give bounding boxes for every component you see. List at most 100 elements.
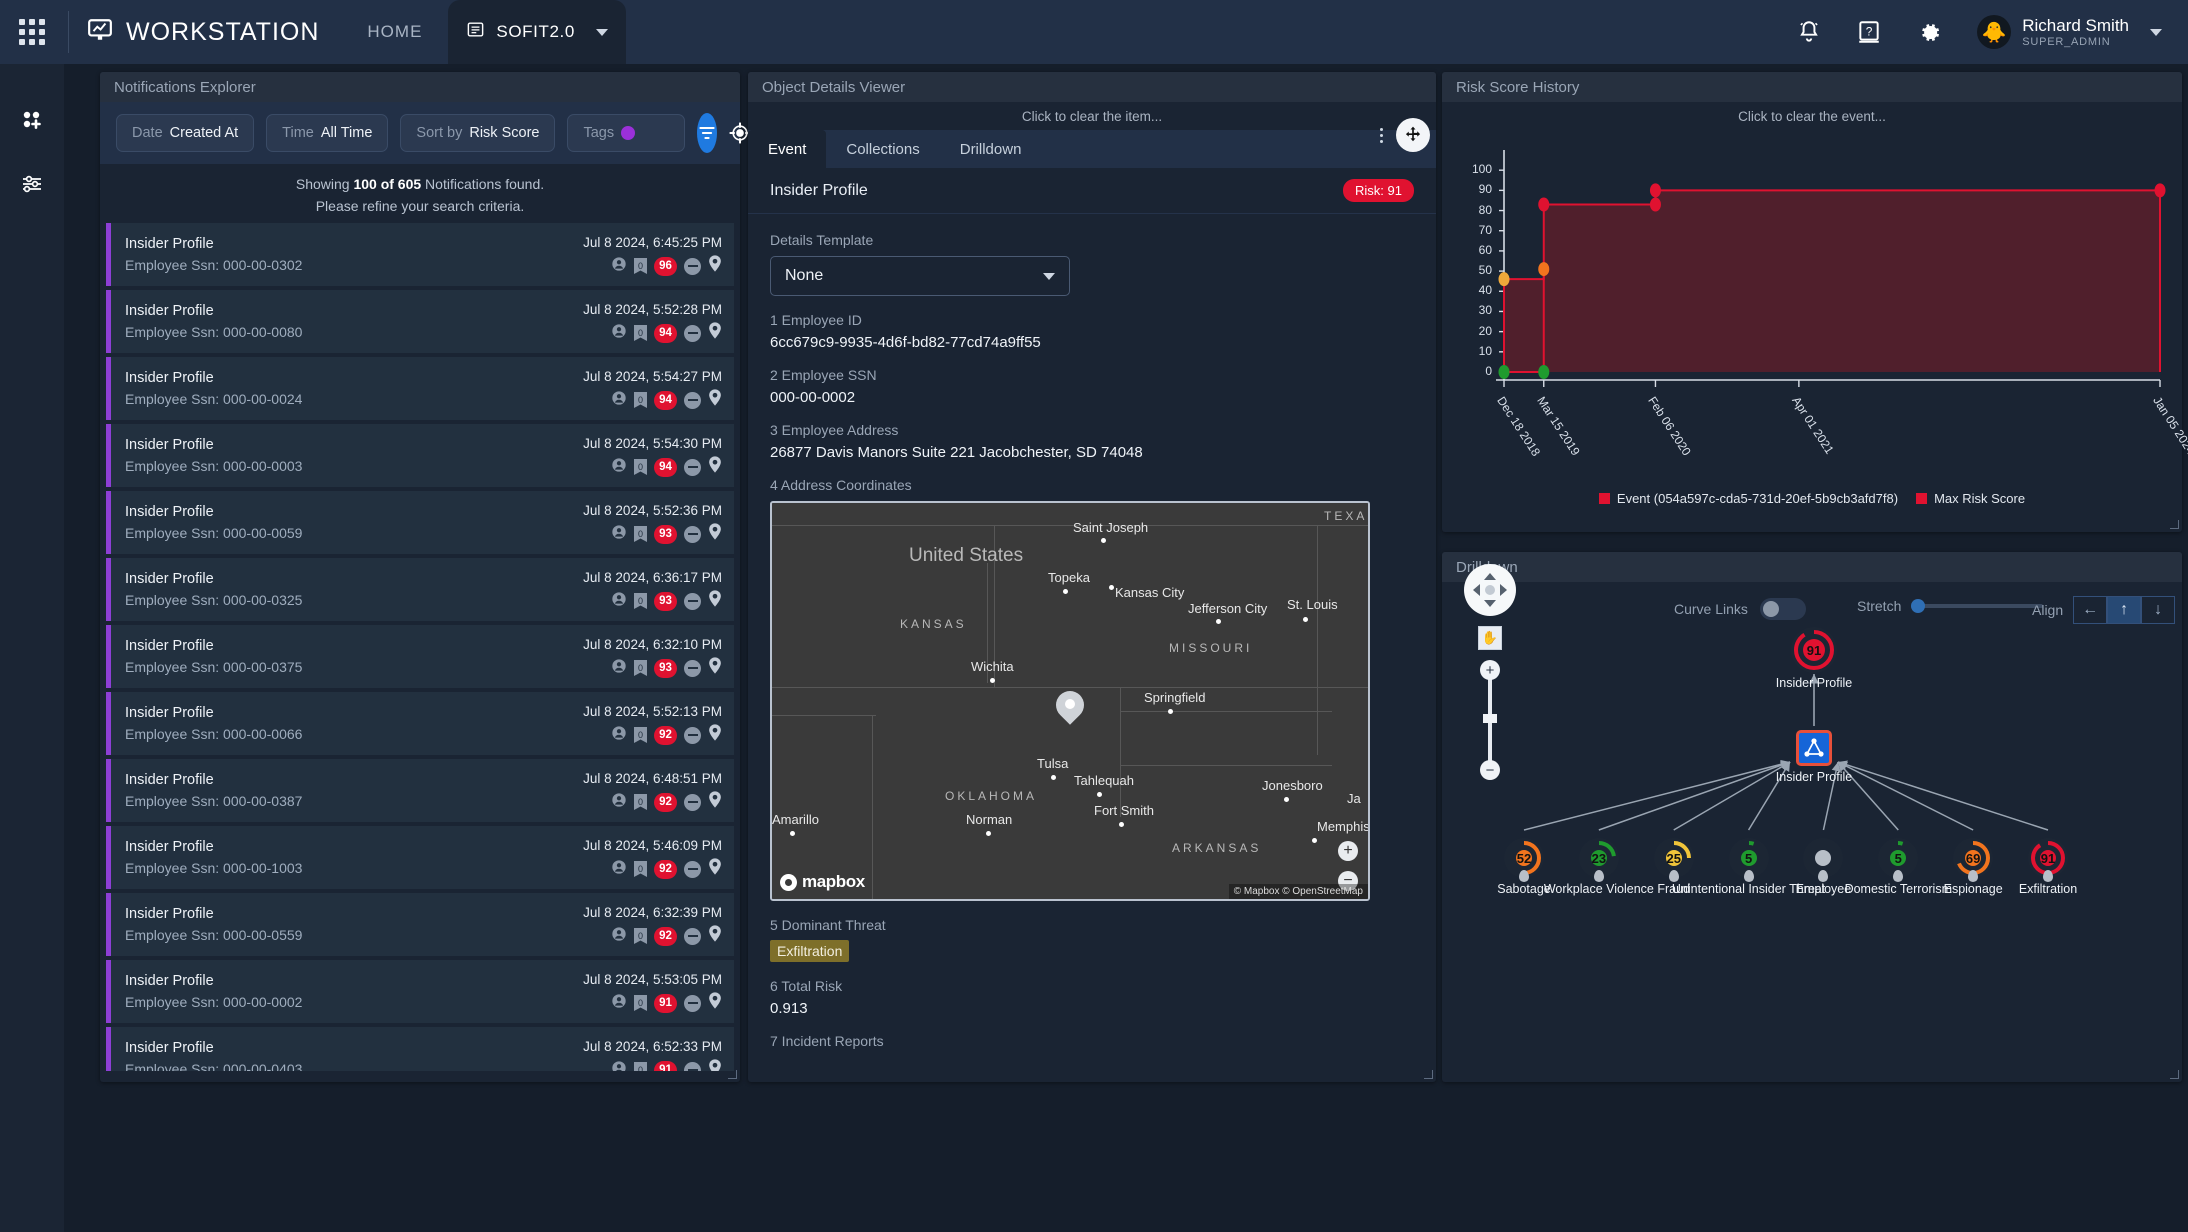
person-icon[interactable] [611,457,627,478]
filter-icon[interactable] [697,113,718,153]
notification-row[interactable]: Insider Profile Employee Ssn: 000-00-0403… [106,1027,734,1072]
minus-circle-icon[interactable] [684,994,701,1012]
address-map[interactable]: United States KANSAS MISSOURI OKLAHOMA A… [770,501,1370,901]
help-book-icon[interactable]: ? [1856,19,1882,45]
tab-drilldown[interactable]: Drilldown [940,130,1042,168]
bookmark-icon[interactable]: 0 [634,794,647,810]
move-panel-icon[interactable] [1396,118,1430,152]
chevron-down-icon[interactable] [595,28,608,36]
person-icon[interactable] [611,725,627,746]
notification-row[interactable]: Insider Profile Employee Ssn: 000-00-0559… [106,893,734,957]
bell-icon[interactable] [1796,19,1822,45]
bookmark-icon[interactable]: 0 [634,660,647,676]
gear-icon[interactable] [1916,19,1943,46]
minus-circle-icon[interactable] [684,257,701,275]
map-zoom-in-button[interactable]: + [1338,841,1358,861]
location-pin-icon[interactable] [708,657,722,679]
clear-item-hint[interactable]: Click to clear the item... [748,102,1436,130]
resize-handle[interactable] [1424,1070,1433,1079]
risk-score-chart[interactable]: 0 10 20 30 40 50 60 70 80 90 100 Dec 18 2018 Mar 15… [1442,130,2188,528]
tab-sofit2[interactable]: SOFIT2.0 [448,0,626,64]
minus-circle-icon[interactable] [684,927,701,945]
notification-row[interactable]: Insider Profile Employee Ssn: 000-00-0003… [106,424,734,488]
location-pin-icon[interactable] [708,456,722,478]
minus-circle-icon[interactable] [684,726,701,744]
minus-circle-icon[interactable] [684,793,701,811]
person-icon[interactable] [611,256,627,277]
notification-row[interactable]: Insider Profile Employee Ssn: 000-00-0066… [106,692,734,756]
filter-sort-by[interactable]: Sort by Risk Score [400,114,556,152]
drilldown-graph[interactable]: 91 Insider Profile Insider Profile 52 Sabota… [1442,608,2182,1048]
notification-row[interactable]: Insider Profile Employee Ssn: 000-00-0302… [106,223,734,287]
minus-circle-icon[interactable] [684,324,701,342]
location-pin-icon[interactable] [708,925,722,947]
filter-time[interactable]: Time All Time [266,114,389,152]
person-icon[interactable] [611,859,627,880]
person-icon[interactable] [611,524,627,545]
location-pin-icon[interactable] [708,590,722,612]
minus-circle-icon[interactable] [684,525,701,543]
clear-event-hint[interactable]: Click to clear the event... [1442,102,2182,130]
person-icon[interactable] [611,323,627,344]
drilldown-root-node[interactable]: 91 [1790,626,1838,674]
person-icon[interactable] [611,591,627,612]
bookmark-icon[interactable]: 0 [634,325,647,341]
bookmark-icon[interactable]: 0 [634,1062,647,1072]
minus-circle-icon[interactable] [684,458,701,476]
minus-circle-icon[interactable] [684,860,701,878]
resize-handle[interactable] [728,1070,737,1079]
minus-circle-icon[interactable] [684,1061,701,1072]
user-menu[interactable]: 🐥 Richard Smith SUPER_ADMIN [1977,15,2162,49]
bookmark-icon[interactable]: 0 [634,727,647,743]
location-pin-icon[interactable] [708,858,722,880]
apps-grid-icon[interactable] [0,0,64,64]
person-icon[interactable] [611,792,627,813]
bookmark-icon[interactable]: 0 [634,258,647,274]
tune-sliders-icon[interactable] [0,152,64,216]
notification-row[interactable]: Insider Profile Employee Ssn: 000-00-0002… [106,960,734,1024]
bookmark-icon[interactable]: 0 [634,995,647,1011]
resize-handle[interactable] [2170,1070,2179,1079]
notification-row[interactable]: Insider Profile Employee Ssn: 000-00-0024… [106,357,734,421]
bookmark-icon[interactable]: 0 [634,459,647,475]
notifications-list[interactable]: Insider Profile Employee Ssn: 000-00-0302… [100,223,740,1072]
notification-row[interactable]: Insider Profile Employee Ssn: 000-00-0325… [106,558,734,622]
person-icon[interactable] [611,926,627,947]
location-pin-icon[interactable] [708,523,722,545]
details-template-select[interactable]: None [770,256,1070,296]
tab-event[interactable]: Event [748,130,827,168]
bookmark-icon[interactable]: 0 [634,392,647,408]
location-pin-icon[interactable] [708,255,722,277]
chevron-down-icon[interactable] [2150,28,2162,36]
location-pin-icon[interactable] [708,992,722,1014]
person-icon[interactable] [611,1060,627,1072]
resize-handle[interactable] [2170,520,2179,529]
location-pin-icon[interactable] [708,322,722,344]
bookmark-icon[interactable]: 0 [634,593,647,609]
person-icon[interactable] [611,658,627,679]
person-icon[interactable] [611,390,627,411]
filter-date[interactable]: Date Created At [116,114,255,152]
notification-row[interactable]: Insider Profile Employee Ssn: 000-00-0387… [106,759,734,823]
nav-home[interactable]: HOME [367,22,422,42]
location-pin-icon[interactable] [708,724,722,746]
bookmark-icon[interactable]: 0 [634,526,647,542]
drilldown-center-node[interactable] [1796,730,1832,766]
notification-row[interactable]: Insider Profile Employee Ssn: 000-00-1003… [106,826,734,890]
bookmark-icon[interactable]: 0 [634,928,647,944]
notification-row[interactable]: Insider Profile Employee Ssn: 000-00-0059… [106,491,734,555]
person-icon[interactable] [611,993,627,1014]
location-pin-icon[interactable] [708,389,722,411]
minus-circle-icon[interactable] [684,592,701,610]
more-options-icon[interactable] [1372,123,1390,147]
filter-tags[interactable]: Tags [567,114,686,152]
location-pin-icon[interactable] [708,791,722,813]
tab-collections[interactable]: Collections [826,130,939,168]
minus-circle-icon[interactable] [684,391,701,409]
notification-row[interactable]: Insider Profile Employee Ssn: 000-00-0080… [106,290,734,354]
minus-circle-icon[interactable] [684,659,701,677]
bookmark-icon[interactable]: 0 [634,861,647,877]
location-pin-icon[interactable] [708,1059,722,1072]
notification-row[interactable]: Insider Profile Employee Ssn: 000-00-0375… [106,625,734,689]
add-widget-icon[interactable] [0,88,64,152]
